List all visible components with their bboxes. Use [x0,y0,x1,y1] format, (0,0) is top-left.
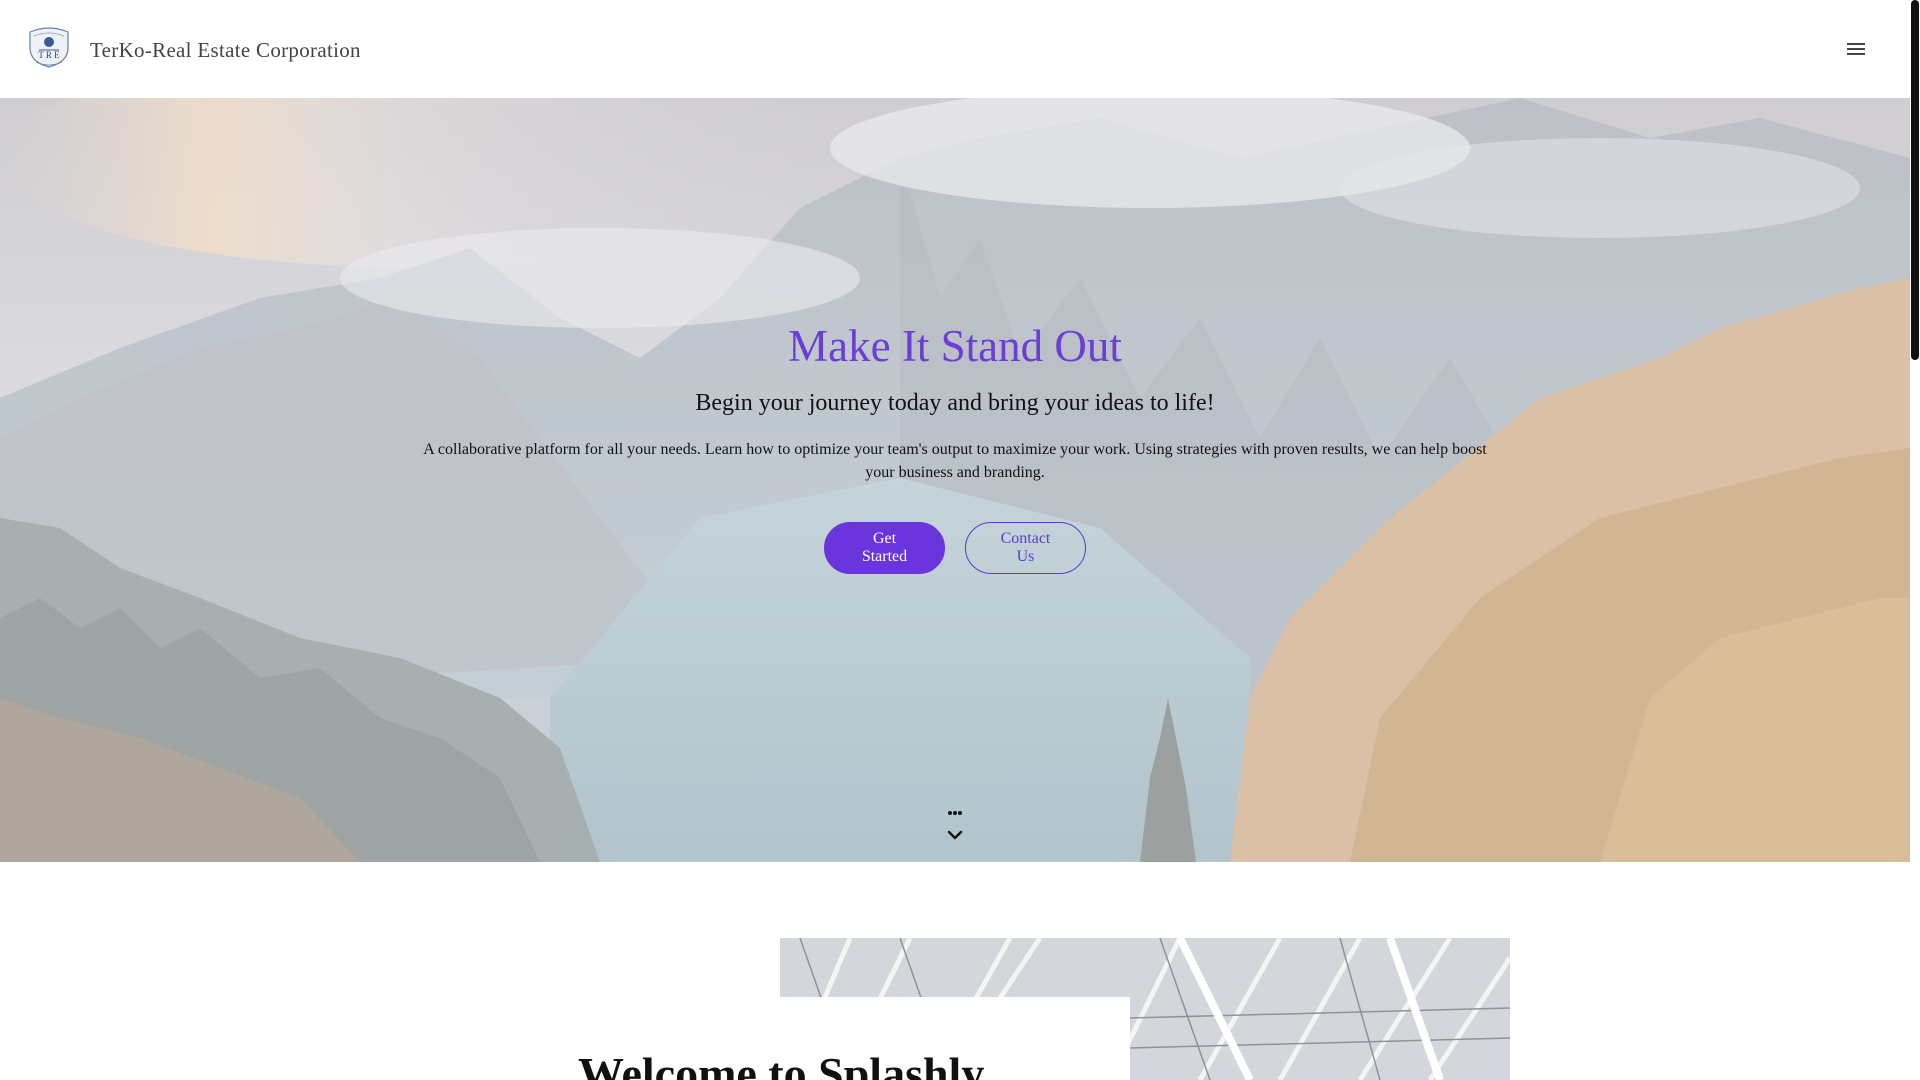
hero-button-group: Get Started Contact Us [380,522,1530,574]
hero-title: Make It Stand Out [788,321,1122,371]
hero-content: Make It Stand Out Begin your journey tod… [380,320,1530,574]
welcome-section: Welcome to Splashly [0,862,1910,1080]
hamburger-menu-icon[interactable] [1840,35,1872,63]
brand-name[interactable]: TerKo-Real Estate Corporation [90,38,361,63]
hero-section: Make It Stand Out Begin your journey tod… [0,98,1910,862]
hero-description: A collaborative platform for all your ne… [423,441,1487,481]
welcome-heading: Welcome to Splashly [578,1048,985,1080]
chevron-down-icon[interactable] [946,808,964,848]
hero-subtitle: Begin your journey today and bring your … [695,390,1215,416]
contact-us-button[interactable]: Contact Us [965,522,1086,574]
tre-crest-logo[interactable]: T R E [26,26,72,68]
site-header: T R E TerKo-Real Estate Corporation [0,0,1910,98]
svg-text:T R E: T R E [38,50,60,60]
scrollbar-thumb[interactable] [1911,0,1919,360]
get-started-button[interactable]: Get Started [824,522,945,574]
